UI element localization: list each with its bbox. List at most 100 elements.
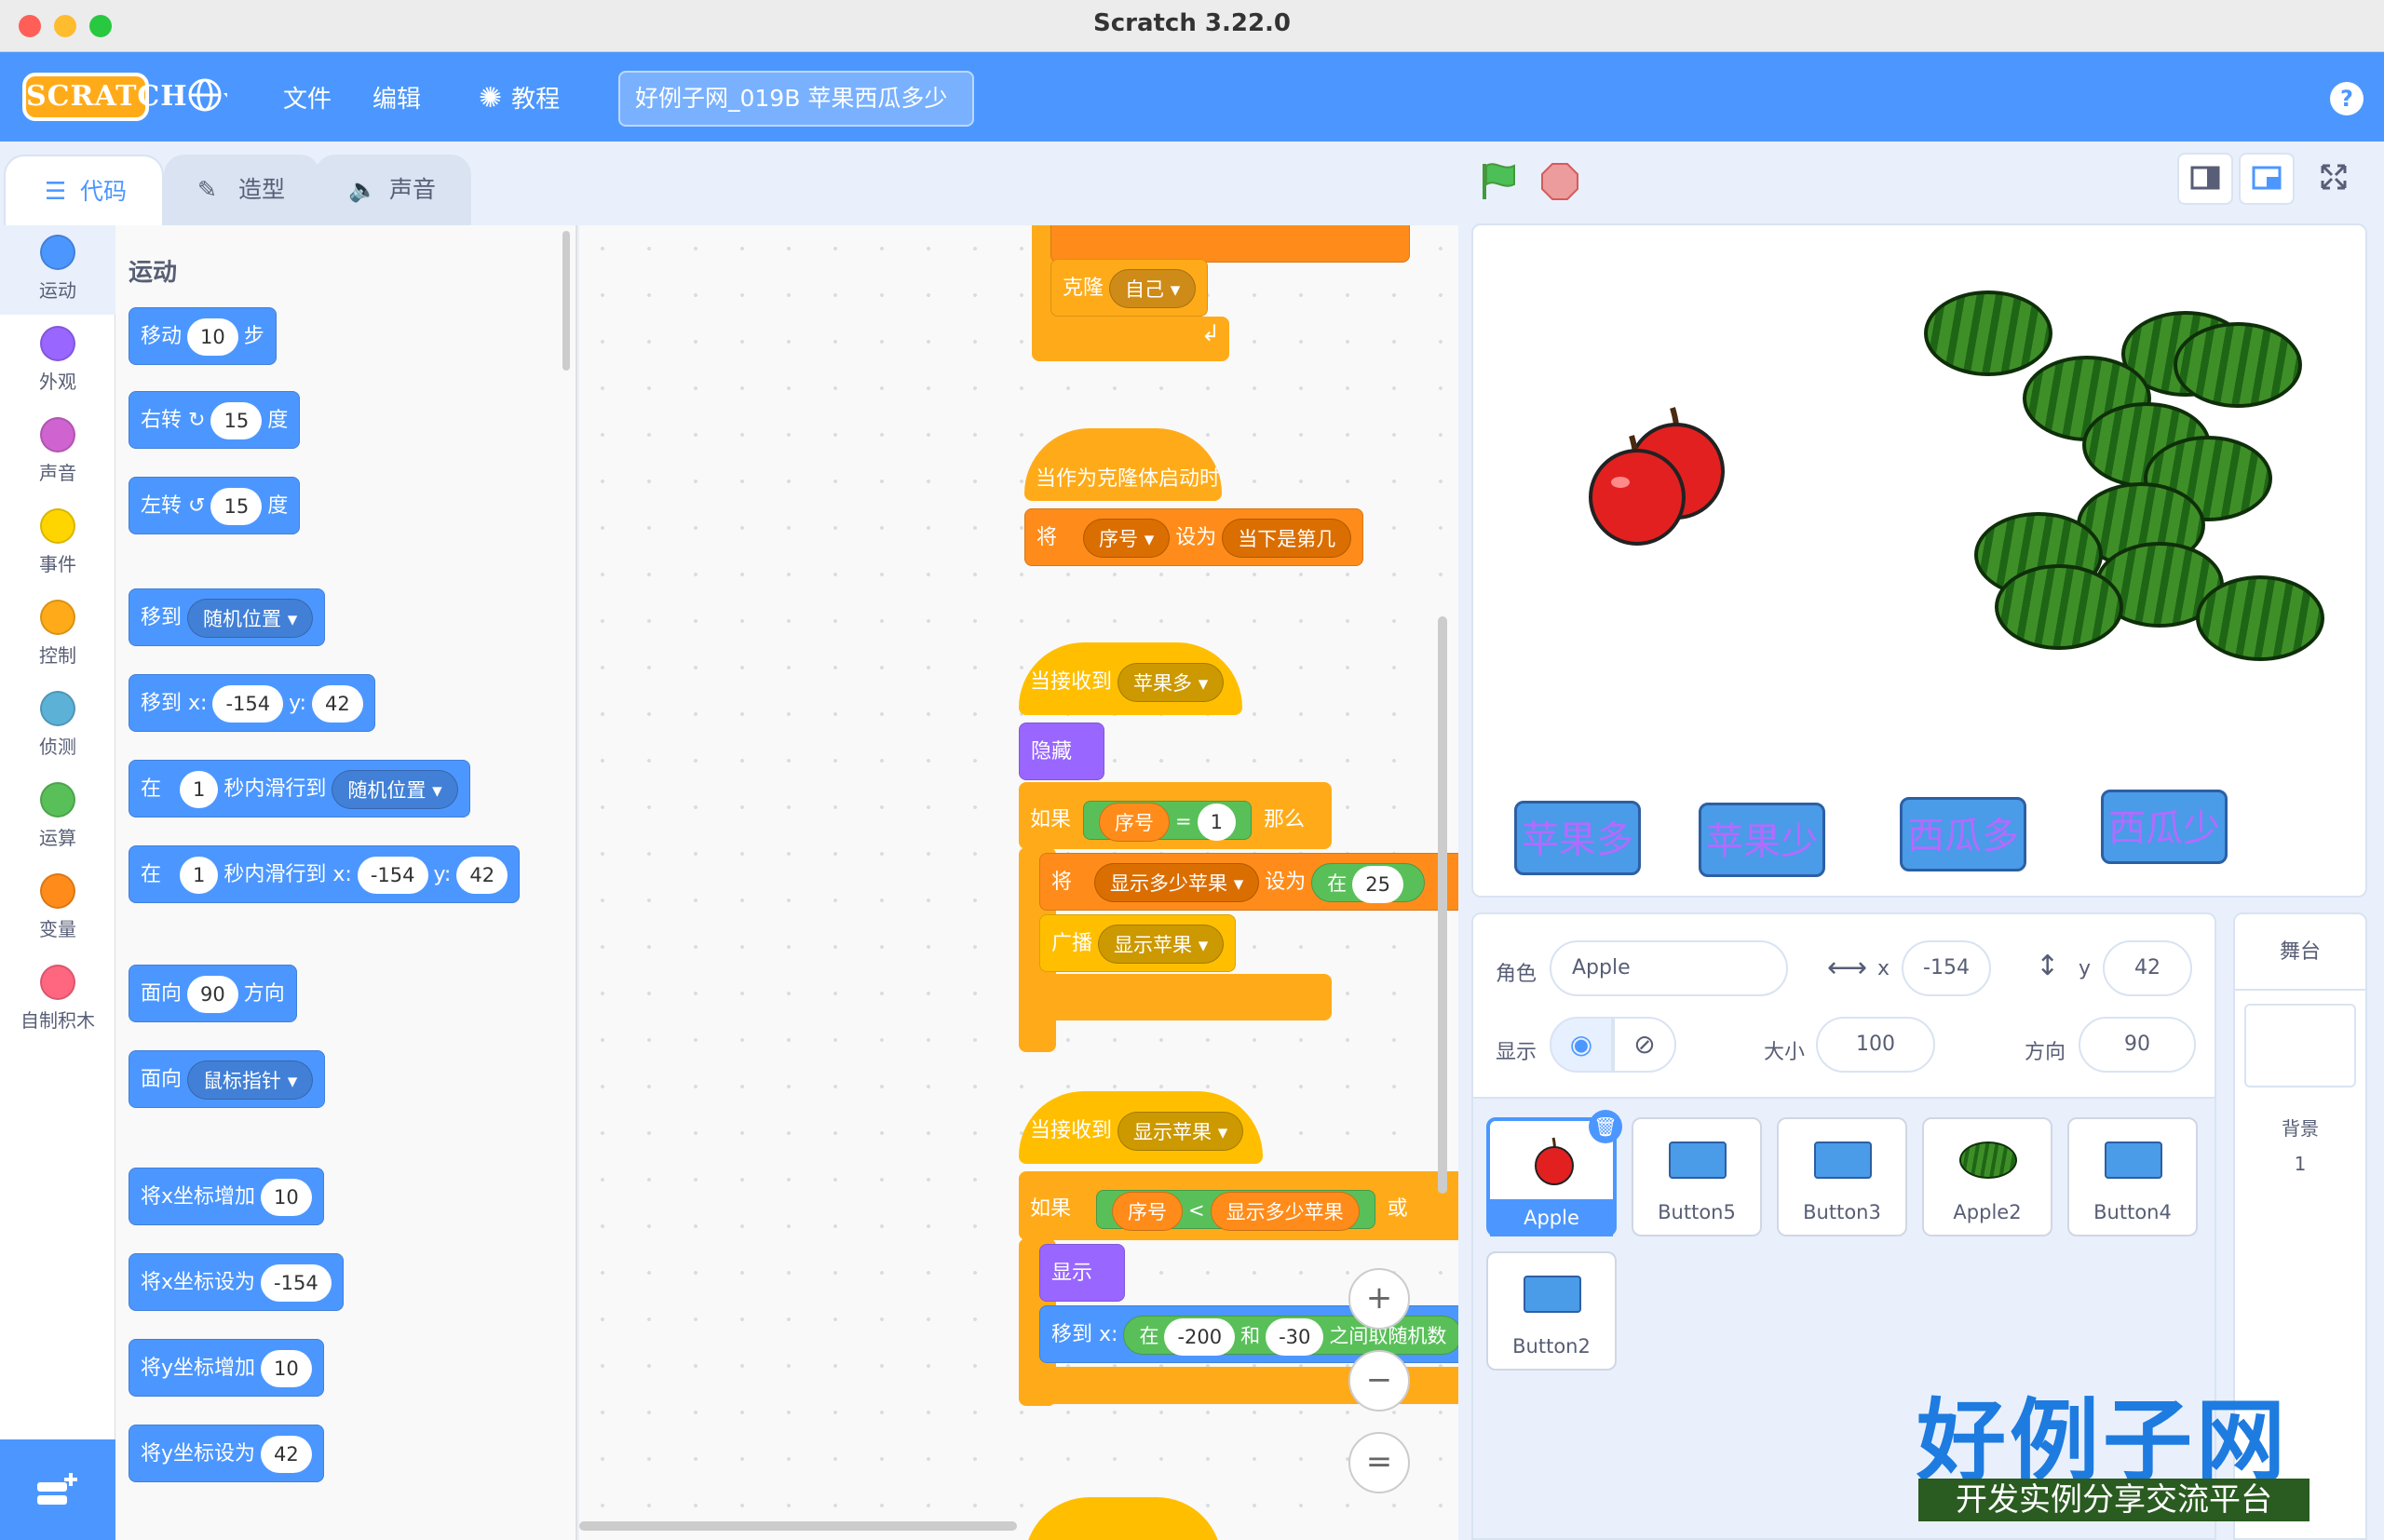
equals-operator[interactable]: 序号 = 1 — [1083, 801, 1252, 842]
melon-less-button[interactable]: 西瓜少 — [2101, 790, 2228, 864]
change-var-block-partial[interactable] — [1050, 225, 1410, 263]
show-hidden-button[interactable]: ⊘ — [1613, 1017, 1676, 1073]
zoom-reset-button[interactable]: = — [1348, 1432, 1410, 1493]
file-menu[interactable]: 文件 — [283, 80, 332, 115]
sprite-tile[interactable]: Apple 🗑 — [1486, 1110, 1622, 1236]
tab-sounds[interactable]: 🔈 声音 — [315, 155, 471, 225]
script-vertical-scrollbar[interactable] — [1438, 616, 1447, 1194]
steps-input[interactable]: 10 — [187, 318, 238, 356]
tab-costumes[interactable]: ✎ 造型 — [164, 155, 320, 225]
edit-menu[interactable]: 编辑 — [372, 80, 421, 115]
point-direction-block[interactable]: 面向 90 方向 — [129, 965, 297, 1022]
x-input[interactable]: -154 — [1902, 940, 1991, 996]
sprite-tile[interactable]: Apple2 — [1922, 1117, 2052, 1236]
tab-code[interactable]: ☰ 代码 — [4, 155, 164, 225]
goto-block[interactable]: 移到 随机位置 ▾ — [129, 588, 326, 646]
less-than-operator[interactable]: 序号 < 显示多少苹果 — [1096, 1190, 1375, 1231]
normal-stage-button[interactable] — [2239, 153, 2295, 205]
apple-sprite[interactable] — [1572, 389, 1740, 547]
seconds-input[interactable]: 1 — [180, 857, 219, 894]
y-input[interactable]: 42 — [261, 1436, 312, 1473]
turn-right-block[interactable]: 右转 ↻ 15 度 — [129, 391, 301, 449]
clone-target-dropdown[interactable]: 自己 ▾ — [1109, 269, 1197, 308]
glide-block[interactable]: 在 1 秒内滑行到 随机位置 ▾ — [129, 760, 470, 817]
stage-canvas[interactable]: 苹果多 苹果少 西瓜多 西瓜少 — [1471, 223, 2367, 898]
var-reporter[interactable]: 显示多少苹果 — [1210, 1192, 1360, 1231]
if-block[interactable]: 如果 序号 = 1 那么 — [1019, 782, 1332, 849]
category-0[interactable]: 运动 — [0, 235, 115, 303]
category-2[interactable]: 声音 — [0, 417, 115, 485]
change-y-block[interactable]: 将y坐标增加 10 — [129, 1339, 324, 1397]
hat-block-receive-show-apple[interactable]: 当接收到 显示苹果 ▾ — [1019, 1091, 1263, 1164]
category-5[interactable]: 侦测 — [0, 691, 115, 759]
x-input[interactable]: -154 — [212, 685, 284, 723]
watermelon-sprite[interactable] — [1995, 564, 2123, 650]
sprite-tile[interactable]: Button4 — [2067, 1117, 2198, 1236]
value-reporter[interactable]: 当下是第几 — [1222, 519, 1352, 558]
melon-more-button[interactable]: 西瓜多 — [1900, 797, 2026, 871]
message-dropdown[interactable]: 苹果多 ▾ — [1118, 663, 1225, 702]
set-variable-block[interactable]: 将序号 ▾ 设为 当下是第几 — [1024, 508, 1364, 566]
broadcast-block[interactable]: 广播 显示苹果 ▾ — [1039, 914, 1237, 972]
var-reporter[interactable]: 序号 — [1112, 1192, 1184, 1231]
watermelon-sprite[interactable] — [2174, 322, 2302, 408]
degrees-input[interactable]: 15 — [210, 402, 263, 439]
set-y-block[interactable]: 将y坐标设为 42 — [129, 1425, 324, 1482]
if-block[interactable]: 如果 序号 < 显示多少苹果 或 — [1019, 1171, 1458, 1240]
create-clone-block[interactable]: 克隆 自己 ▾ — [1050, 259, 1209, 317]
random-input[interactable]: 25 — [1352, 866, 1403, 903]
tutorials-menu[interactable]: ✺ 教程 — [479, 80, 560, 115]
direction-input[interactable]: 90 — [187, 976, 238, 1013]
category-6[interactable]: 运算 — [0, 782, 115, 850]
point-towards-block[interactable]: 面向 鼠标指针 ▾ — [129, 1050, 326, 1108]
compare-input[interactable]: 1 — [1197, 804, 1236, 841]
sprite-tile[interactable]: Button5 — [1632, 1117, 1762, 1236]
script-horizontal-scrollbar[interactable] — [579, 1521, 1017, 1531]
degrees-input[interactable]: 15 — [210, 488, 263, 525]
change-x-block[interactable]: 将x坐标增加 10 — [129, 1168, 324, 1225]
watermelon-sprite[interactable] — [2196, 575, 2324, 661]
glide-dropdown[interactable]: 随机位置 ▾ — [332, 770, 458, 809]
green-flag-icon[interactable] — [1479, 160, 1520, 201]
category-7[interactable]: 变量 — [0, 873, 115, 941]
palette-scrollbar[interactable] — [562, 231, 570, 371]
y-input[interactable]: 42 — [311, 685, 363, 723]
random-to-input[interactable]: -30 — [1266, 1318, 1324, 1356]
sprite-name-input[interactable]: Apple — [1550, 940, 1788, 996]
y-input[interactable]: 42 — [2103, 940, 2192, 996]
add-extension-button[interactable] — [0, 1439, 115, 1540]
goto-dropdown[interactable]: 随机位置 ▾ — [187, 599, 314, 638]
variable-dropdown[interactable]: 序号 ▾ — [1083, 519, 1171, 558]
move-steps-block[interactable]: 移动 10 步 — [129, 307, 277, 365]
sprite-tile[interactable]: Button3 — [1777, 1117, 1907, 1236]
scratch-logo[interactable]: SCRATCH — [22, 73, 187, 121]
backdrop-thumbnail[interactable] — [2244, 1004, 2356, 1087]
random-reporter[interactable]: 在 25 — [1311, 863, 1425, 903]
x-input[interactable]: 10 — [261, 1179, 312, 1216]
script-area[interactable]: 克隆 自己 ▾ ↲ 当作为克隆体启动时 将序号 ▾ 设为 当下是第几 当接收到 苹果多 … — [579, 225, 1458, 1540]
category-8[interactable]: 自制积木 — [0, 965, 115, 1033]
towards-dropdown[interactable]: 鼠标指针 ▾ — [187, 1060, 314, 1100]
random-from-input[interactable]: -200 — [1164, 1318, 1236, 1356]
project-title-input[interactable]: 好例子网_019B 苹果西瓜多少 — [618, 71, 974, 127]
turn-left-block[interactable]: 左转 ↺ 15 度 — [129, 477, 301, 534]
category-4[interactable]: 控制 — [0, 600, 115, 668]
y-input[interactable]: 10 — [261, 1350, 312, 1387]
hat-block-partial[interactable] — [1024, 1497, 1222, 1540]
broadcast-dropdown[interactable]: 显示苹果 ▾ — [1098, 925, 1225, 964]
set-variable-block[interactable]: 将显示多少苹果 ▾ 设为在 25 — [1039, 853, 1458, 911]
var-reporter[interactable]: 序号 — [1099, 803, 1171, 842]
x-input[interactable]: -154 — [261, 1264, 332, 1302]
watermelon-sprite[interactable] — [1924, 290, 2052, 376]
zoom-in-button[interactable]: + — [1348, 1268, 1410, 1330]
message-dropdown[interactable]: 显示苹果 ▾ — [1118, 1112, 1244, 1151]
help-button[interactable]: ? — [2330, 82, 2364, 115]
seconds-input[interactable]: 1 — [180, 771, 219, 808]
goto-xy-block[interactable]: 移到 x: -154 y: 42 — [129, 674, 375, 732]
hat-block-receive-apple-more[interactable]: 当接收到 苹果多 ▾ — [1019, 642, 1242, 715]
y-input[interactable]: 42 — [456, 857, 508, 894]
direction-input[interactable]: 90 — [2079, 1017, 2196, 1073]
hide-block[interactable]: 隐藏 — [1019, 723, 1104, 780]
zoom-out-button[interactable]: − — [1348, 1350, 1410, 1412]
x-input[interactable]: -154 — [357, 857, 428, 894]
